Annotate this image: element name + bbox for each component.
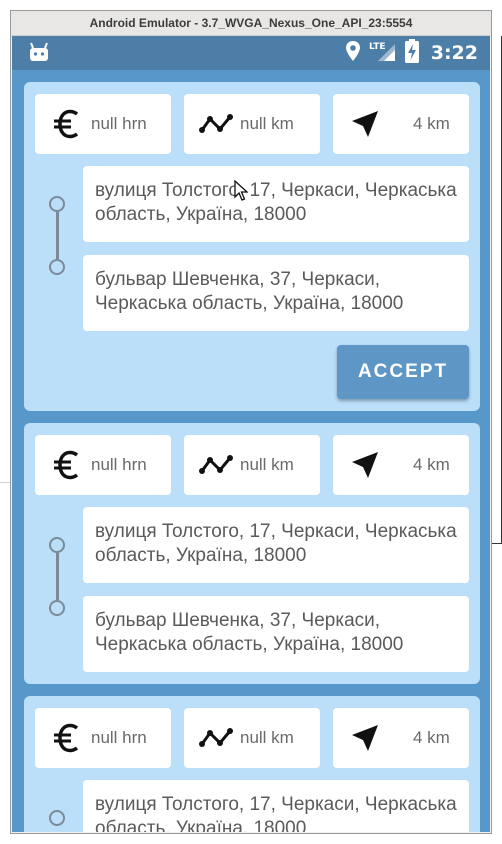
route-line-icon [198, 109, 234, 139]
lte-label: LTE [369, 42, 386, 52]
location-icon [345, 40, 361, 67]
order-card[interactable]: null hrn null km 4 km вулиця Толстого, 1… [24, 696, 480, 832]
distance-chip: 4 km [333, 94, 469, 154]
euro-icon [49, 109, 85, 139]
route-timeline [35, 507, 83, 672]
lte-signal-icon: LTE [369, 40, 397, 67]
pickup-address: вулиця Толстого, 17, Черкаси, Черкаська … [83, 780, 469, 832]
route-distance-value: null km [240, 728, 294, 747]
pickup-dot [49, 537, 65, 553]
distance-value: 4 km [413, 114, 450, 133]
distance-chip: 4 km [333, 435, 469, 495]
navigation-arrow-icon [347, 723, 383, 753]
device-screen: LTE 3:22 null hrn null km 4 km вулиця То… [12, 36, 490, 832]
euro-icon [49, 450, 85, 480]
pickup-dot [49, 810, 65, 826]
pickup-address: вулиця Толстого, 17, Черкаси, Черкаська … [83, 507, 469, 583]
android-debug-icon [28, 42, 50, 67]
route-line-icon [198, 723, 234, 753]
route-line-icon [198, 450, 234, 480]
accept-button[interactable]: ACCEPT [337, 345, 469, 399]
euro-icon [49, 723, 85, 753]
route-distance-chip: null km [184, 94, 320, 154]
route-connector [56, 212, 59, 259]
price-value: null hrn [91, 455, 147, 474]
dropoff-address: бульвар Шевченка, 37, Черкаси, Черкаська… [83, 596, 469, 672]
route-timeline [35, 780, 83, 832]
status-time: 3:22 [430, 42, 478, 64]
price-value: null hrn [91, 728, 147, 747]
route-distance-value: null km [240, 455, 294, 474]
route-distance-chip: null km [184, 708, 320, 768]
dropoff-dot [49, 259, 65, 275]
distance-value: 4 km [413, 728, 450, 747]
route-timeline [35, 166, 83, 331]
pickup-address: вулиця Толстого, 17, Черкаси, Черкаська … [83, 166, 469, 242]
route-connector [56, 553, 59, 600]
price-chip: null hrn [35, 435, 171, 495]
window-title[interactable]: Android Emulator - 3.7_WVGA_Nexus_One_AP… [11, 11, 491, 36]
pickup-dot [49, 196, 65, 212]
dropoff-address: бульвар Шевченка, 37, Черкаси, Черкаська… [83, 255, 469, 331]
price-chip: null hrn [35, 94, 171, 154]
distance-value: 4 km [413, 455, 450, 474]
navigation-arrow-icon [347, 109, 383, 139]
price-value: null hrn [91, 114, 147, 133]
battery-charging-icon [404, 38, 419, 68]
route-distance-value: null km [240, 114, 294, 133]
orders-list[interactable]: null hrn null km 4 km вулиця Толстого, 1… [24, 82, 480, 832]
emulator-window: Android Emulator - 3.7_WVGA_Nexus_One_AP… [10, 10, 492, 834]
status-bar: LTE 3:22 [12, 36, 490, 70]
dropoff-dot [49, 600, 65, 616]
order-card[interactable]: null hrn null km 4 km вулиця Толстого, 1… [24, 82, 480, 411]
distance-chip: 4 km [333, 708, 469, 768]
route-distance-chip: null km [184, 435, 320, 495]
price-chip: null hrn [35, 708, 171, 768]
order-card[interactable]: null hrn null km 4 km вулиця Толстого, 1… [24, 423, 480, 684]
navigation-arrow-icon [347, 450, 383, 480]
mouse-pointer-icon [234, 179, 249, 207]
